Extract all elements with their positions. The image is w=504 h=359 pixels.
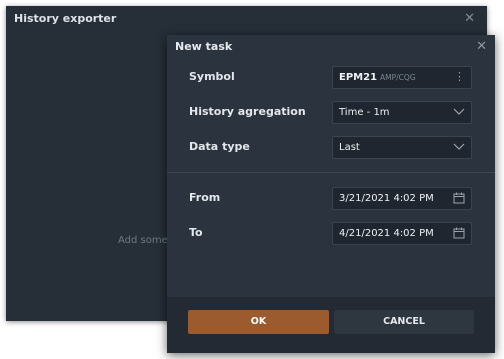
from-date-value: 3/21/2021 4:02 PM [339, 193, 434, 204]
to-label: To [189, 226, 203, 239]
empty-state-text: Add some [118, 235, 168, 246]
chevron-down-icon [453, 143, 465, 150]
symbol-label: Symbol [189, 70, 235, 83]
aggregation-value: Time - 1m [339, 107, 390, 118]
close-icon[interactable]: ✕ [464, 11, 475, 26]
aggregation-select[interactable]: Time - 1m [332, 101, 472, 124]
cancel-button[interactable]: CANCEL [334, 310, 474, 334]
to-date-field[interactable]: 4/21/2021 4:02 PM [332, 222, 472, 245]
data-type-label: Data type [189, 140, 250, 153]
window-title: History exporter [14, 12, 117, 25]
data-type-value: Last [339, 142, 360, 153]
symbol-field[interactable]: EPM21 AMP/CQG ⋮ [332, 66, 472, 89]
to-date-value: 4/21/2021 4:02 PM [339, 228, 434, 239]
close-icon[interactable]: ✕ [476, 39, 487, 54]
new-task-dialog: New task ✕ Symbol EPM21 AMP/CQG ⋮ History… [167, 35, 495, 353]
dialog-footer: OK CANCEL [167, 297, 495, 353]
calendar-icon[interactable] [453, 192, 465, 204]
data-type-select[interactable]: Last [332, 136, 472, 159]
dialog-title: New task [175, 40, 233, 53]
symbol-source: AMP/CQG [380, 73, 416, 82]
symbol-value: EPM21 [339, 72, 378, 83]
from-date-field[interactable]: 3/21/2021 4:02 PM [332, 187, 472, 210]
ok-button[interactable]: OK [188, 310, 329, 334]
from-label: From [189, 191, 221, 204]
aggregation-label: History agregation [189, 105, 306, 118]
more-vertical-icon[interactable]: ⋮ [454, 70, 465, 83]
chevron-down-icon [453, 108, 465, 115]
divider [167, 172, 495, 173]
dialog-header: New task ✕ [167, 35, 495, 59]
calendar-icon[interactable] [453, 227, 465, 239]
